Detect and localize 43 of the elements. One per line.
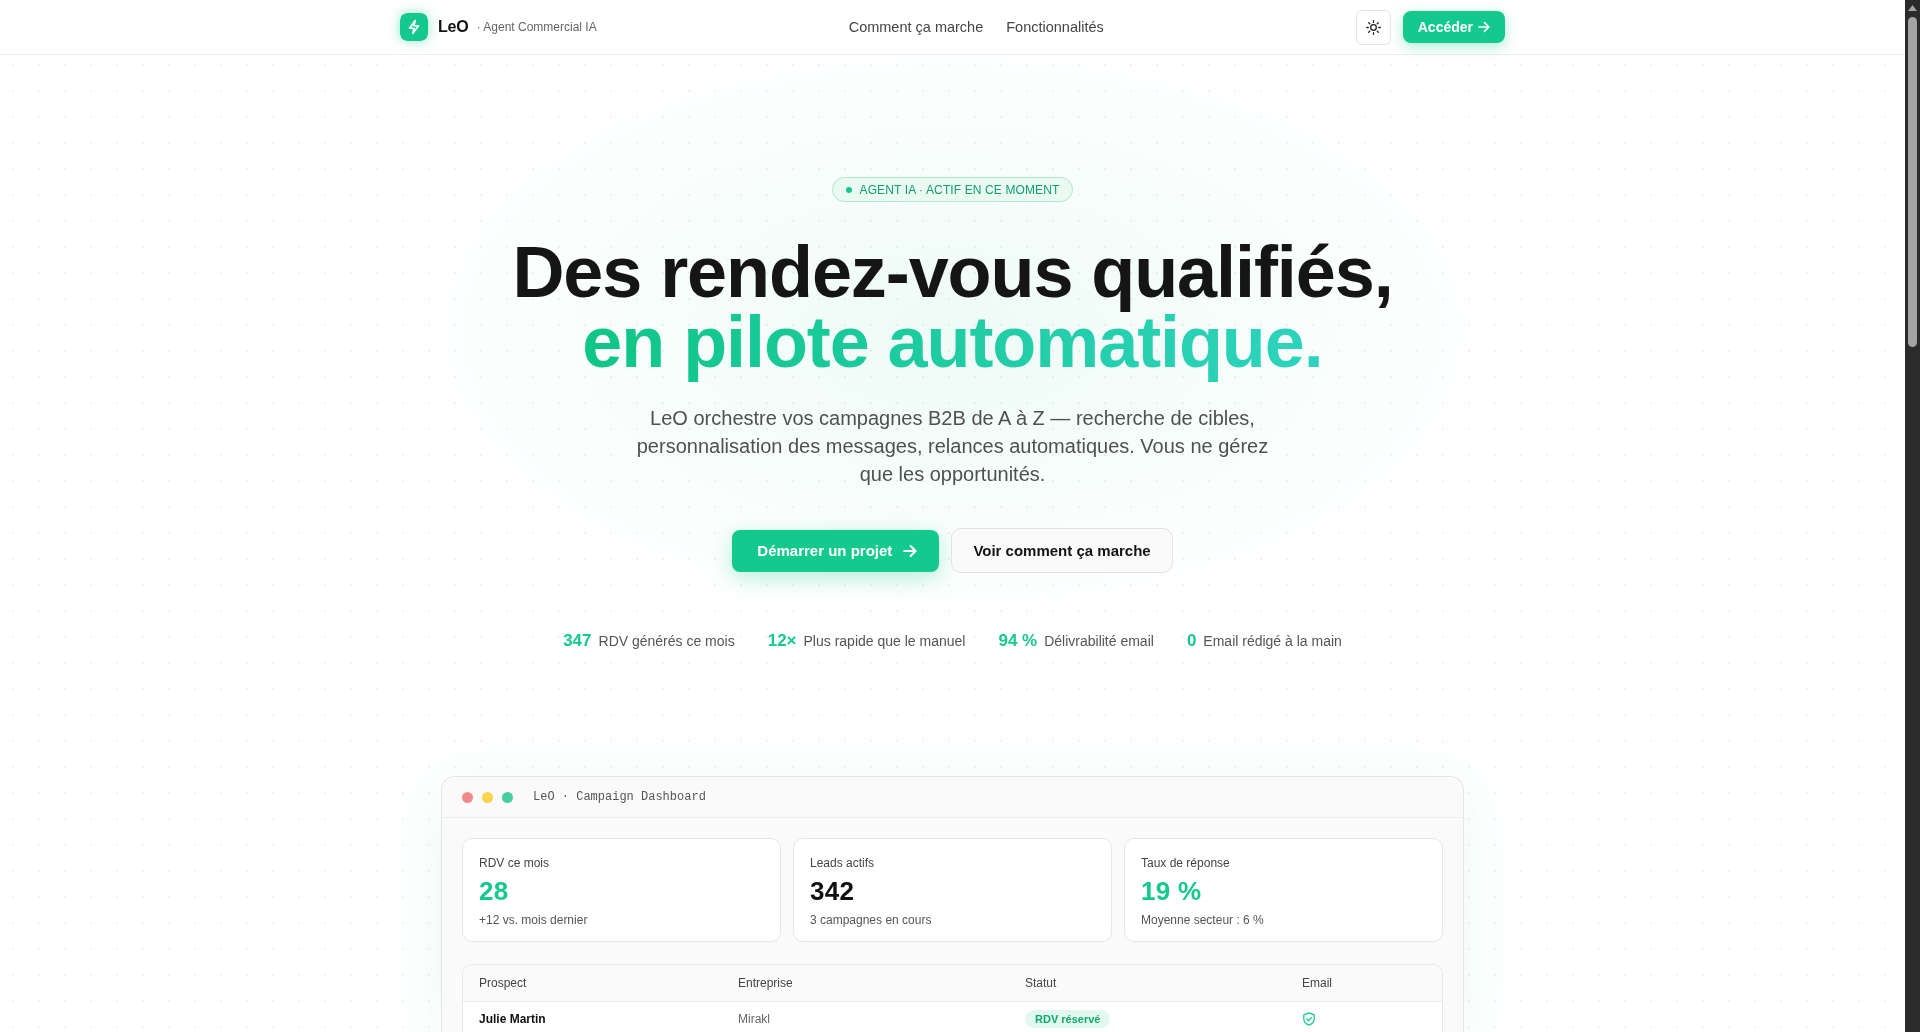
how-it-works-button[interactable]: Voir comment ça marche <box>951 528 1173 573</box>
dashboard-title: LeO · Campaign Dashboard <box>533 790 706 804</box>
sun-icon <box>1365 19 1381 35</box>
live-status-text: AGENT IA · ACTIF EN CE MOMENT <box>859 182 1060 197</box>
window-dot-icon <box>482 791 493 803</box>
metric-label: Leads actifs <box>810 855 875 871</box>
window-dot-icon <box>502 791 513 803</box>
stat-value: 12× <box>767 631 797 651</box>
status-dot-icon <box>845 186 852 193</box>
stat-label: Plus rapide que le manuel <box>803 632 966 651</box>
stat-value: 347 <box>563 631 592 651</box>
stat-label: RDV générés ce mois <box>598 632 735 651</box>
prospect-name-cell: Julie Martin <box>479 1012 546 1026</box>
metric-label: RDV ce mois <box>479 855 549 871</box>
company-cell: Mirakl <box>738 1012 770 1026</box>
column-header: Prospect <box>479 976 527 990</box>
arrow-right-icon <box>903 543 918 558</box>
stat-value: 0 <box>1186 631 1197 651</box>
window-dot-icon <box>462 791 473 803</box>
metric-label: Taux de réponse <box>1141 855 1230 871</box>
metric-note: +12 vs. mois dernier <box>479 912 588 928</box>
column-header: Email <box>1302 976 1332 990</box>
metric-value: 342 <box>810 876 855 906</box>
theme-toggle-button[interactable] <box>1355 9 1391 45</box>
arrow-right-icon <box>1478 21 1490 33</box>
stat-value: 94 % <box>998 631 1038 651</box>
brand-tagline: · Agent Commercial IA <box>476 20 597 34</box>
scroll-up-arrow-icon[interactable] <box>1908 5 1917 11</box>
stat-label: Délivrabilité email <box>1044 632 1154 651</box>
column-header: Statut <box>1025 976 1057 990</box>
scrollbar[interactable] <box>1905 0 1920 1032</box>
nav-link[interactable]: Fonctionnalités <box>1006 19 1104 35</box>
nav-link[interactable]: Comment ça marche <box>848 19 984 35</box>
meeting-status: RDV réservé <box>1025 1010 1111 1028</box>
brand-name: LeO <box>438 18 469 36</box>
scrollbar-thumb[interactable] <box>1908 17 1917 347</box>
metric-value: 19 % <box>1141 876 1202 906</box>
metric-value: 28 <box>479 876 509 906</box>
column-header: Entreprise <box>738 976 793 990</box>
metric-note: Moyenne secteur : 6 % <box>1141 912 1264 928</box>
stat-label: Email rédigé à la main <box>1203 632 1342 651</box>
hero-description: LeO orchestre vos campagnes B2B de A à Z — recherche de cibles, personnalisation des messages, relances automatiques. Vous ne gérez que les opportunités. <box>635 406 1270 487</box>
metric-note: 3 campagnes en cours <box>810 912 932 928</box>
